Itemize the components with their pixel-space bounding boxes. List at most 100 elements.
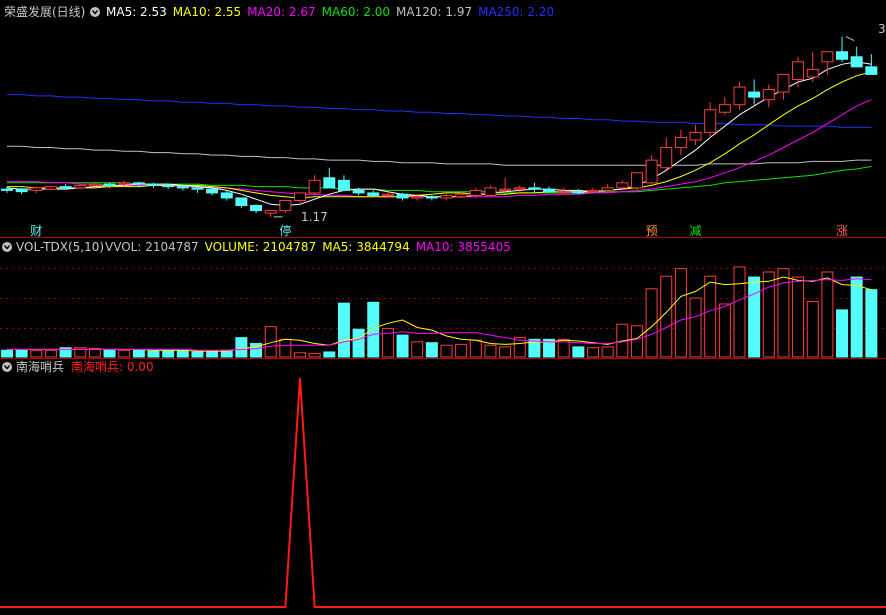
volume-bar	[704, 275, 717, 358]
volume-bar	[15, 349, 28, 358]
candle	[865, 66, 878, 75]
price-panel-title: 荣盛发展(日线)	[4, 4, 85, 19]
volume-bar	[162, 349, 175, 358]
volume-bar	[323, 351, 336, 358]
event-tag[interactable]: 财	[30, 224, 42, 238]
event-tag[interactable]: 预	[646, 224, 658, 238]
volume-bar	[367, 301, 380, 358]
candle	[147, 183, 160, 186]
volume-bar	[279, 338, 292, 358]
volume-bar	[425, 342, 438, 358]
signal-panel-title: 南海哨兵	[16, 359, 64, 374]
volume-bar	[499, 346, 512, 358]
candle	[425, 196, 438, 199]
volume-legend: VVOL: 2104787 VOLUME: 2104787 MA5: 3844794…	[105, 240, 511, 254]
volume-bar	[733, 266, 746, 358]
candle	[850, 56, 863, 68]
candle	[396, 193, 409, 199]
candle	[206, 188, 219, 194]
legend-entry: MA5: 3844794	[322, 240, 410, 254]
volume-bar	[821, 271, 834, 358]
volume-bar	[718, 303, 731, 358]
volume-bar	[865, 289, 878, 358]
candle	[74, 184, 87, 189]
event-tag[interactable]: 停	[279, 223, 291, 238]
volume-bar	[411, 341, 424, 358]
candle	[264, 210, 277, 214]
candle	[381, 193, 394, 196]
volume-panel-title: VOL-TDX(5,10)	[16, 240, 104, 254]
volume-bar	[806, 300, 819, 358]
high-price-label: 3	[878, 22, 886, 36]
dropdown-icon[interactable]	[2, 242, 12, 252]
volume-bar	[440, 344, 453, 358]
candle	[528, 187, 541, 190]
candle	[572, 191, 585, 194]
volume-bar	[792, 276, 805, 358]
legend-entry: MA5: 2.53	[106, 5, 167, 19]
volume-bar	[850, 276, 863, 358]
legend-entry: MA20: 2.67	[247, 5, 315, 19]
candle	[718, 104, 731, 113]
candle	[660, 147, 673, 169]
volume-bar	[132, 349, 145, 358]
candle	[250, 205, 263, 212]
candle	[440, 194, 453, 199]
legend-entry: MA10: 3855405	[416, 240, 511, 254]
event-tag[interactable]: 涨	[836, 223, 848, 238]
volume-bar	[572, 346, 585, 358]
low-price-label: 1.17	[301, 210, 328, 224]
volume-bar	[630, 325, 643, 358]
volume-bar	[484, 344, 497, 358]
candle	[294, 192, 306, 201]
candle	[674, 136, 687, 149]
volume-bar	[748, 276, 761, 358]
candle	[777, 73, 790, 93]
candle	[499, 188, 512, 191]
volume-bar	[689, 297, 702, 358]
legend-entry: VOLUME: 2104787	[205, 240, 317, 254]
signal-legend: 南海哨兵: 0.00	[71, 359, 154, 374]
candle	[484, 187, 497, 196]
volume-bar	[176, 350, 189, 358]
volume-bar	[44, 349, 57, 358]
volume-bar	[396, 334, 409, 358]
candle	[469, 189, 482, 196]
candle	[762, 89, 775, 101]
candle	[587, 189, 599, 193]
signal-header: 南海哨兵 南海哨兵: 0.00	[2, 359, 154, 374]
candle	[513, 187, 526, 190]
candle	[806, 68, 819, 78]
volume-bar	[777, 268, 790, 358]
candle	[704, 109, 717, 133]
candle	[103, 183, 116, 186]
volume-bar	[587, 347, 599, 358]
volume-bar	[337, 302, 350, 358]
volume-bar	[836, 309, 849, 358]
candle	[15, 188, 28, 193]
candle	[455, 193, 468, 198]
candle	[176, 186, 189, 189]
volume-bar	[469, 339, 482, 358]
event-tag[interactable]: 减	[690, 224, 702, 238]
candle	[689, 131, 702, 141]
candle	[792, 61, 805, 80]
candle	[308, 179, 321, 194]
candle	[88, 183, 101, 186]
candle	[543, 188, 556, 193]
volume-bar	[294, 352, 306, 358]
volume-bar	[352, 328, 365, 358]
candle	[323, 177, 336, 189]
volume-header: VOL-TDX(5,10) VVOL: 2104787 VOLUME: 21047…	[2, 240, 511, 254]
candle	[411, 196, 424, 199]
dropdown-icon[interactable]	[2, 362, 12, 372]
legend-entry: VVOL: 2104787	[105, 240, 199, 254]
dropdown-icon[interactable]	[90, 7, 100, 17]
legend-entry: 南海哨兵: 0.00	[71, 359, 154, 374]
volume-bar	[103, 348, 116, 358]
stock-chart[interactable]: 荣盛发展(日线) MA5: 2.53 MA10: 2.55 MA20: 2.67 MA…	[0, 0, 886, 615]
candle	[821, 51, 834, 63]
candle	[352, 189, 365, 194]
legend-entry: MA120: 1.97	[396, 5, 472, 19]
candle	[220, 192, 233, 199]
